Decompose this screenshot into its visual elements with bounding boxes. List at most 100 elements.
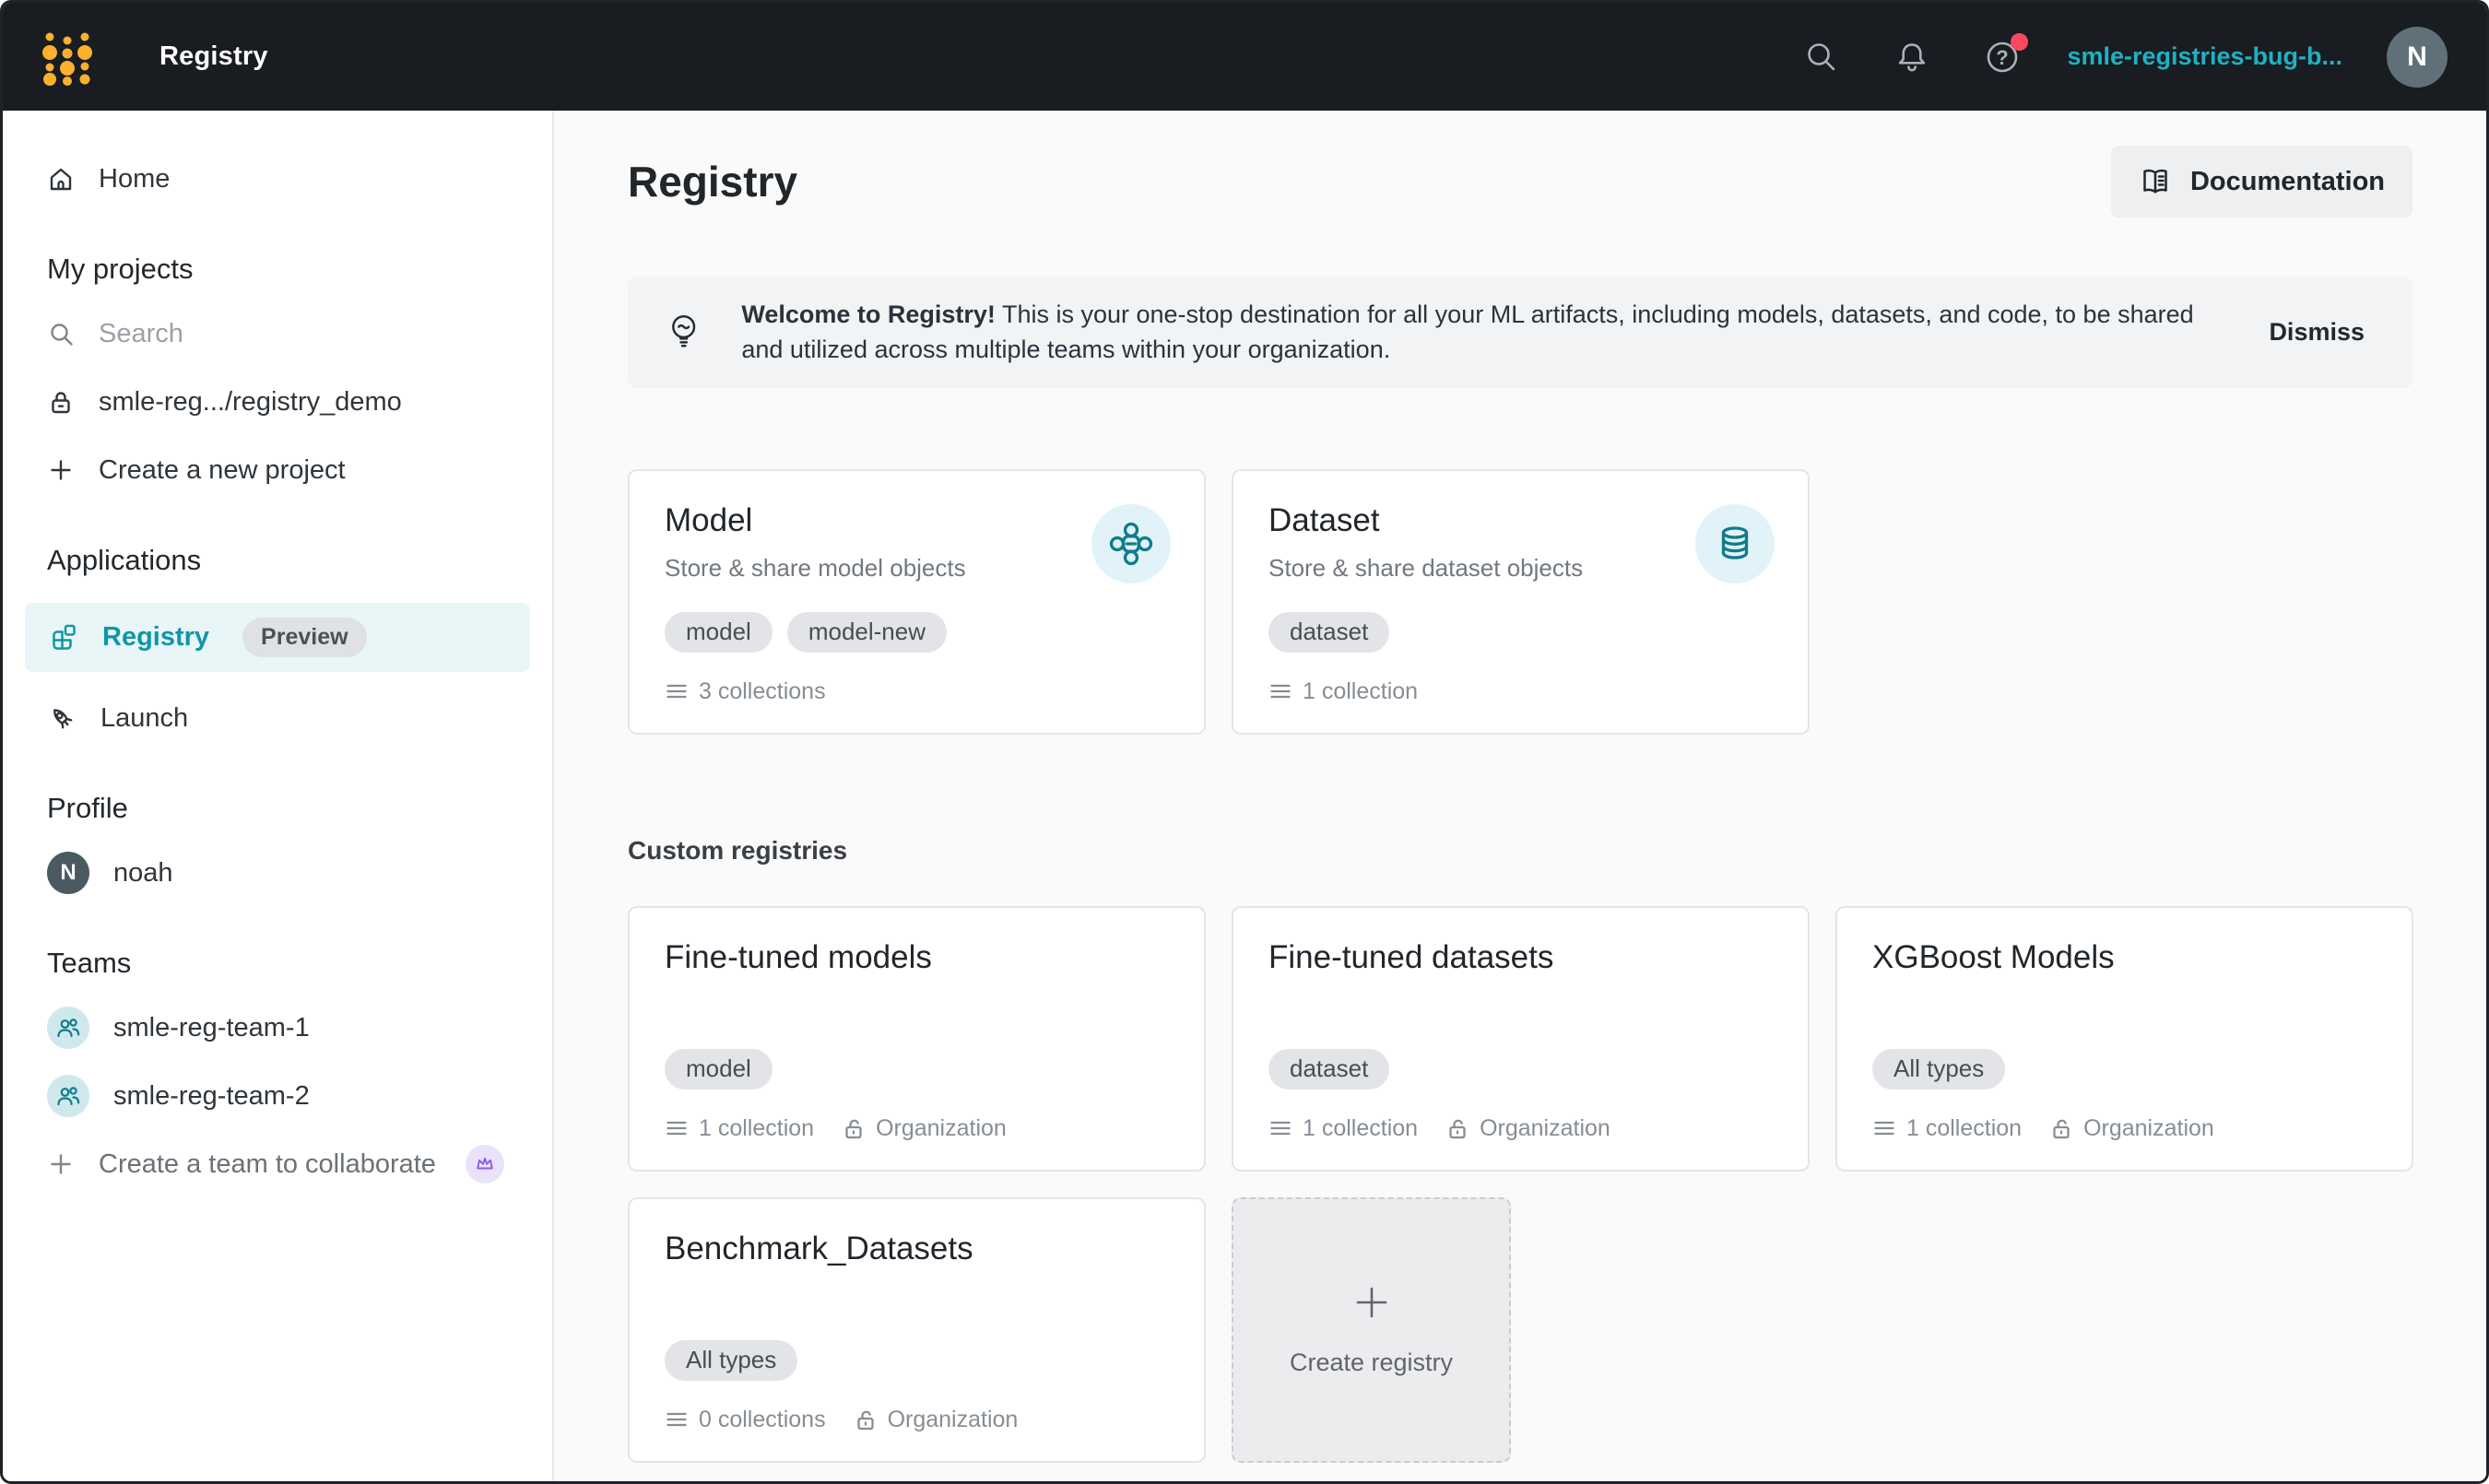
sidebar-item-label: Registry	[102, 622, 209, 653]
sidebar-item-team-1[interactable]: smle-reg-team-1	[47, 1006, 508, 1050]
search-icon[interactable]	[1801, 37, 1842, 77]
create-team-button[interactable]: Create a team to collaborate	[47, 1142, 508, 1186]
sidebar-item-profile-noah[interactable]: N noah	[47, 851, 508, 895]
wandb-logo-icon[interactable]	[41, 28, 93, 87]
custom-registry-card-fine-tuned-datasets[interactable]: Fine-tuned datasets dataset 1 collection…	[1232, 906, 1810, 1172]
custom-registry-card-benchmark-datasets[interactable]: Benchmark_Datasets All types 0 collectio…	[628, 1197, 1206, 1463]
registry-card-dataset[interactable]: Dataset Store & share dataset objects da…	[1232, 469, 1810, 735]
unlock-icon	[842, 1116, 866, 1140]
collections-icon	[665, 679, 689, 703]
sidebar-item-project[interactable]: smle-reg.../registry_demo	[47, 380, 508, 424]
lock-icon	[47, 388, 75, 416]
help-icon[interactable]: ?	[1982, 37, 2023, 77]
rocket-icon	[47, 703, 77, 733]
team-name-label: smle-reg-team-2	[113, 1081, 310, 1112]
welcome-banner: Welcome to Registry! This is your one-st…	[628, 277, 2412, 388]
crown-icon	[475, 1154, 495, 1174]
collections-icon	[665, 1407, 689, 1431]
visibility-label: Organization	[888, 1407, 1019, 1433]
type-tag: dataset	[1268, 1049, 1389, 1089]
sidebar-item-home[interactable]: Home	[47, 157, 508, 201]
sidebar-heading-my-projects: My projects	[47, 253, 508, 286]
card-title: Fine-tuned datasets	[1268, 939, 1773, 976]
sidebar-item-label: Launch	[100, 703, 188, 734]
sidebar-heading-applications: Applications	[47, 544, 508, 577]
team-name-label: smle-reg-team-1	[113, 1013, 310, 1043]
collections-count: 1 collection	[1303, 678, 1418, 705]
sidebar-item-launch[interactable]: Launch	[47, 696, 508, 740]
documentation-button[interactable]: Documentation	[2111, 146, 2412, 218]
project-search-input[interactable]	[99, 319, 375, 349]
type-tag: All types	[665, 1340, 797, 1381]
project-search	[47, 312, 508, 356]
user-avatar[interactable]: N	[2387, 27, 2448, 88]
main-content: Registry Documentation Welcome to Reg	[554, 111, 2486, 1481]
plus-icon	[47, 456, 75, 484]
home-icon	[47, 165, 75, 193]
team-avatar	[47, 1075, 89, 1117]
profile-name-label: noah	[113, 858, 173, 889]
type-tag: model-new	[787, 612, 947, 653]
create-registry-label: Create registry	[1290, 1349, 1453, 1377]
collections-icon	[665, 1116, 689, 1140]
registry-card-model[interactable]: Model Store & share model objects model …	[628, 469, 1206, 735]
visibility-label: Organization	[876, 1115, 1007, 1142]
sidebar-item-label: Home	[99, 164, 170, 194]
type-tag: All types	[1872, 1049, 2005, 1089]
custom-registry-card-xgboost-models[interactable]: XGBoost Models All types 1 collection Or…	[1835, 906, 2413, 1172]
banner-highlight: Welcome to Registry!	[741, 300, 996, 328]
plus-icon	[47, 1150, 75, 1178]
unlock-icon	[2049, 1116, 2073, 1140]
card-title: Benchmark_Datasets	[665, 1231, 1169, 1267]
visibility-label: Organization	[2083, 1115, 2214, 1142]
create-project-label: Create a new project	[99, 455, 346, 486]
card-title: Fine-tuned models	[665, 939, 1169, 976]
card-icon-circle	[1695, 504, 1775, 583]
sidebar-item-team-2[interactable]: smle-reg-team-2	[47, 1074, 508, 1118]
dataset-database-icon	[1714, 523, 1756, 565]
card-title: XGBoost Models	[1872, 939, 2377, 976]
project-name-label: smle-reg.../registry_demo	[99, 387, 402, 418]
notifications-bell-icon[interactable]	[1892, 37, 1932, 77]
collections-icon	[1268, 1116, 1292, 1140]
app-window: Registry ? smle-registries-bug-b... N Ho…	[0, 0, 2489, 1484]
team-avatar	[47, 1007, 89, 1049]
card-icon-circle	[1091, 504, 1171, 583]
unlock-icon	[854, 1407, 878, 1431]
collections-count: 1 collection	[1906, 1115, 2022, 1142]
dismiss-button[interactable]: Dismiss	[2269, 318, 2377, 347]
type-tag: dataset	[1268, 612, 1389, 653]
team-people-icon	[55, 1083, 81, 1109]
model-icon	[1109, 522, 1153, 566]
type-tag: model	[665, 612, 773, 653]
top-navbar: Registry ? smle-registries-bug-b... N	[3, 3, 2486, 111]
preview-badge: Preview	[242, 618, 367, 657]
banner-text: Welcome to Registry! This is your one-st…	[741, 297, 2232, 368]
book-icon	[2139, 165, 2172, 198]
collections-icon	[1872, 1116, 1896, 1140]
custom-registry-card-fine-tuned-models[interactable]: Fine-tuned models model 1 collection Org…	[628, 906, 1206, 1172]
sidebar-heading-teams: Teams	[47, 947, 508, 980]
create-team-label: Create a team to collaborate	[99, 1149, 436, 1180]
page-title: Registry	[628, 157, 797, 206]
sidebar-heading-profile: Profile	[47, 792, 508, 825]
plus-icon	[1351, 1282, 1392, 1323]
profile-avatar: N	[47, 852, 89, 894]
sidebar: Home My projects smle-reg.../registry_de…	[3, 111, 554, 1481]
alert-badge-dot	[2011, 33, 2028, 51]
premium-crown-chip	[466, 1145, 504, 1184]
app-title: Registry	[159, 41, 268, 72]
collections-icon	[1268, 679, 1292, 703]
team-people-icon	[55, 1015, 81, 1041]
collections-count: 1 collection	[1303, 1115, 1418, 1142]
collections-count: 0 collections	[699, 1407, 826, 1433]
registry-grid-icon	[47, 622, 78, 654]
svg-text:?: ?	[1997, 46, 2009, 69]
unlock-icon	[1445, 1116, 1469, 1140]
visibility-label: Organization	[1480, 1115, 1610, 1142]
create-project-button[interactable]: Create a new project	[47, 448, 508, 492]
sidebar-item-registry[interactable]: Registry Preview	[25, 603, 530, 672]
lightbulb-icon	[663, 311, 704, 353]
org-name-link[interactable]: smle-registries-bug-b...	[2067, 42, 2342, 71]
create-registry-button[interactable]: Create registry	[1232, 1197, 1511, 1463]
